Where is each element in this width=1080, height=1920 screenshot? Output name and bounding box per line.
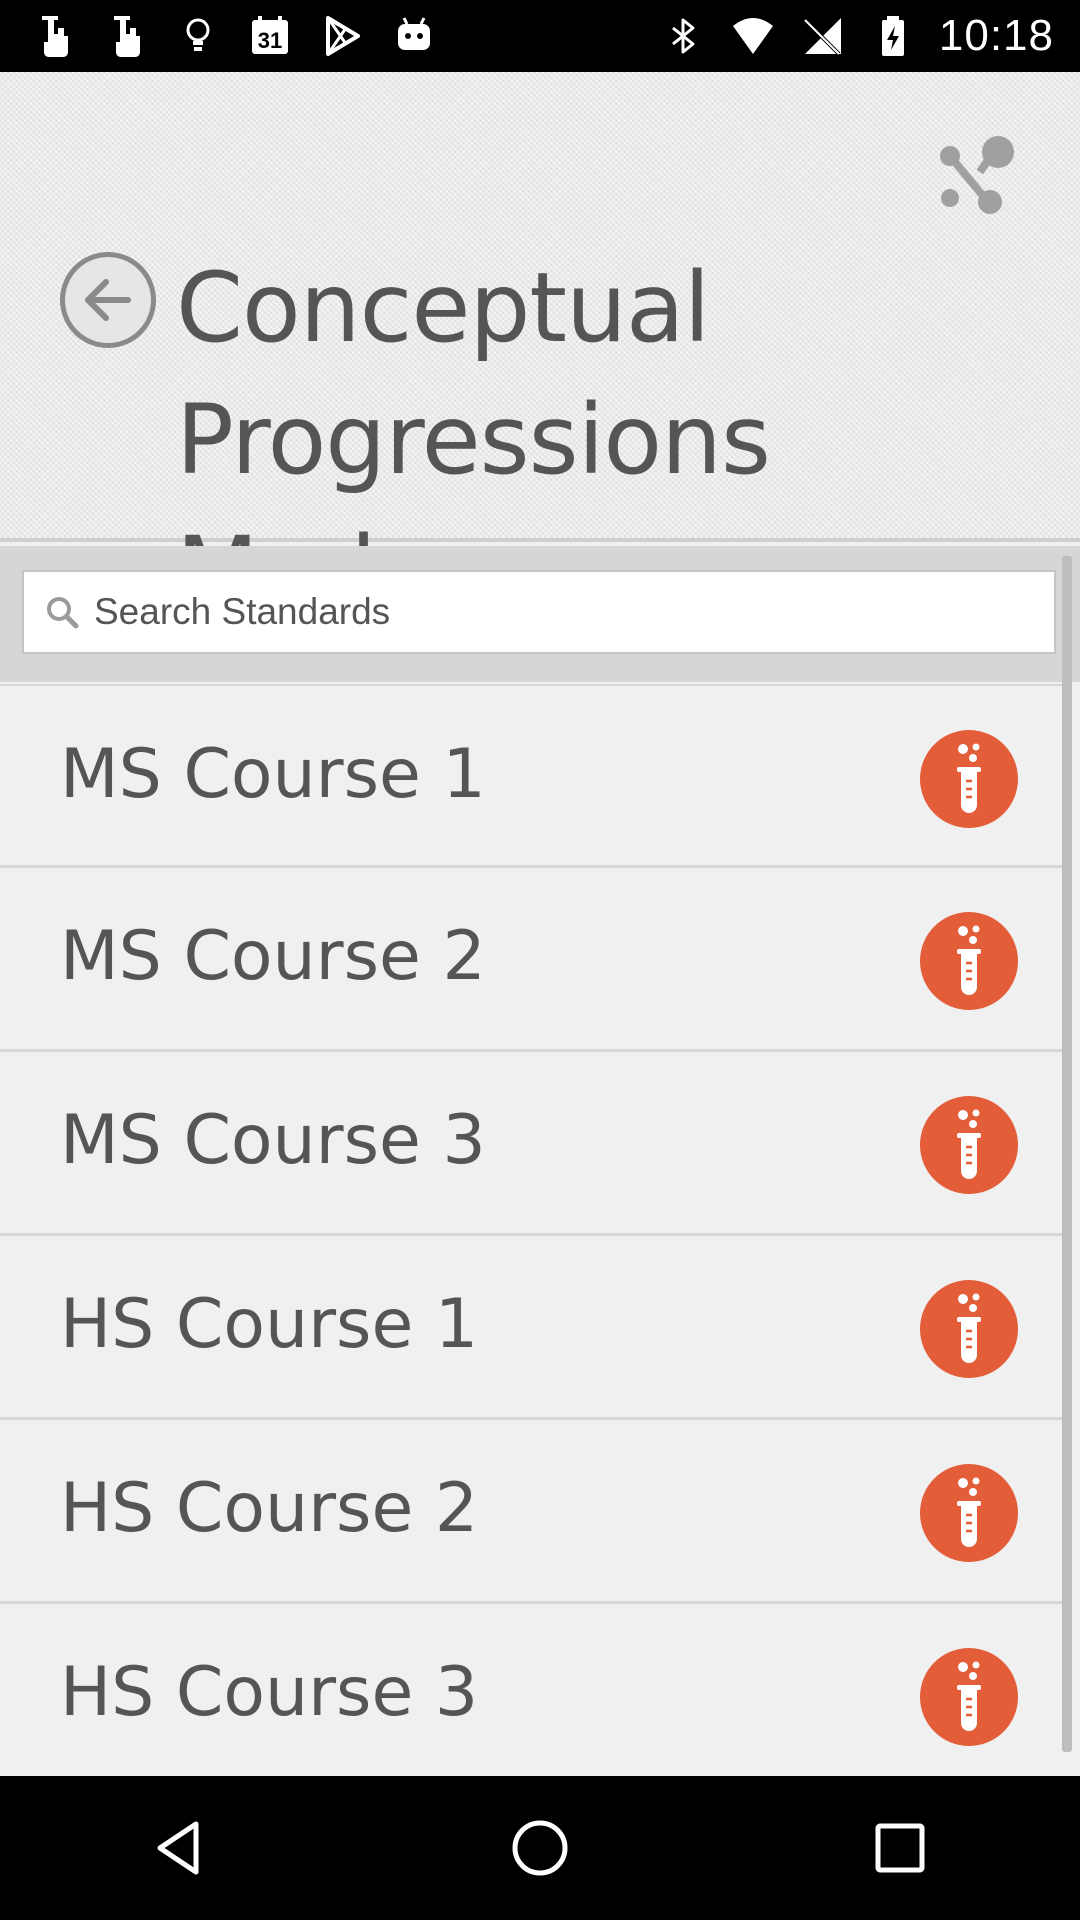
recents-square-icon xyxy=(875,1823,925,1873)
test-tube-icon[interactable] xyxy=(920,912,1018,1010)
course-label: HS Course 1 xyxy=(60,1285,479,1364)
back-button[interactable] xyxy=(60,252,156,348)
test-tube-icon[interactable] xyxy=(920,730,1018,828)
screen: 31 10:18 Conceptual Progressions Search … xyxy=(0,0,1080,1920)
course-label: MS Course 1 xyxy=(60,735,486,814)
android-icon xyxy=(390,12,438,60)
course-label: HS Course 2 xyxy=(60,1469,479,1548)
nav-back-button[interactable] xyxy=(120,1788,240,1908)
bluetooth-icon xyxy=(659,12,707,60)
notification-icons: 31 xyxy=(30,10,438,62)
course-label: HS Course 3 xyxy=(60,1653,479,1732)
nav-recents-button[interactable] xyxy=(840,1788,960,1908)
nav-bar xyxy=(0,1776,1080,1920)
list-item[interactable]: HS Course 1 xyxy=(0,1236,1064,1420)
search-box[interactable] xyxy=(22,570,1056,654)
calendar-day-text: 31 xyxy=(258,28,282,53)
touch-icon xyxy=(30,12,78,60)
battery-charging-icon xyxy=(869,12,917,60)
list-item[interactable]: MS Course 2 xyxy=(0,868,1064,1052)
list-item[interactable]: MS Course 1 xyxy=(0,684,1064,868)
lightbulb-icon xyxy=(174,12,222,60)
status-bar: 31 10:18 xyxy=(0,0,1080,72)
course-label: MS Course 3 xyxy=(60,1101,486,1180)
search-input[interactable] xyxy=(94,591,994,633)
list-item[interactable]: HS Course 3 xyxy=(0,1604,1064,1788)
back-triangle-icon xyxy=(157,1821,199,1875)
share-button[interactable] xyxy=(930,130,1020,220)
test-tube-icon[interactable] xyxy=(920,1280,1018,1378)
search-bar xyxy=(0,546,1080,682)
test-tube-icon[interactable] xyxy=(920,1464,1018,1562)
course-label: MS Course 2 xyxy=(60,917,486,996)
test-tube-icon[interactable] xyxy=(920,1648,1018,1746)
course-list: MS Course 1 MS Course 2 MS Course 3 HS C… xyxy=(0,684,1064,1788)
test-tube-icon[interactable] xyxy=(920,1096,1018,1194)
scrollbar[interactable] xyxy=(1062,556,1072,1752)
nav-home-button[interactable] xyxy=(480,1788,600,1908)
wifi-icon xyxy=(729,12,777,60)
home-circle-icon xyxy=(512,1820,568,1876)
play-store-icon xyxy=(318,12,366,60)
list-item[interactable]: HS Course 2 xyxy=(0,1420,1064,1604)
search-icon xyxy=(47,597,79,629)
arrow-left-icon xyxy=(85,279,131,321)
list-item[interactable]: MS Course 3 xyxy=(0,1052,1064,1236)
calendar-icon: 31 xyxy=(246,12,294,60)
touch-icon xyxy=(102,12,150,60)
clock: 10:18 xyxy=(938,11,1054,60)
no-signal-icon xyxy=(799,12,847,60)
header: Conceptual Progressions Mode xyxy=(0,72,1080,628)
system-icons: 10:18 xyxy=(659,10,1054,62)
share-icon xyxy=(940,136,1014,214)
